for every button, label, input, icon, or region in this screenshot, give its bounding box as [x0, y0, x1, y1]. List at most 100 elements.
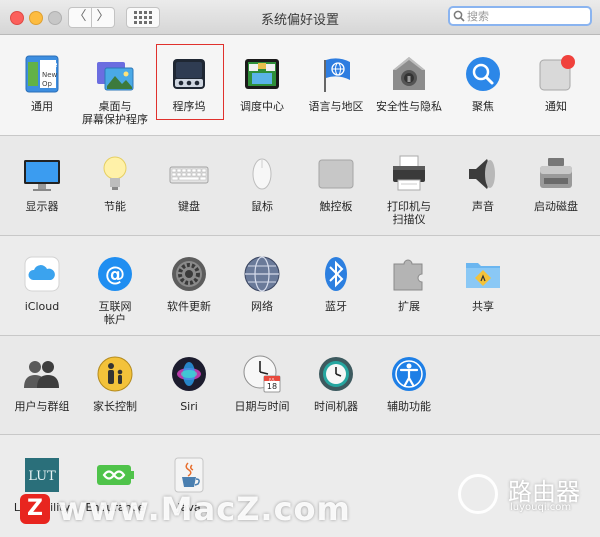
- startup-disk-icon: [536, 154, 576, 194]
- pane-sharing[interactable]: 共享: [446, 254, 520, 313]
- pane-security-privacy[interactable]: 安全性与隐私: [372, 54, 446, 113]
- pane-label: 安全性与隐私: [376, 100, 442, 113]
- svg-text:File: File: [42, 60, 57, 69]
- printer-icon: [389, 154, 429, 194]
- energy-saver-icon: [95, 154, 135, 194]
- pane-label: 用户与群组: [14, 400, 70, 413]
- desktop-screensaver-icon: [95, 54, 135, 94]
- pane-software-update[interactable]: 软件更新: [152, 254, 226, 313]
- security-privacy-icon: [389, 54, 429, 94]
- svg-text:@: @: [105, 262, 125, 286]
- sound-icon: [463, 154, 503, 194]
- macz-watermark-logo: Z: [20, 494, 50, 524]
- pane-label: 触控板: [319, 200, 353, 213]
- general-icon: File New Op: [22, 54, 62, 94]
- pane-label: 键盘: [178, 200, 200, 213]
- pane-label: 通知: [545, 100, 567, 113]
- pane-spotlight[interactable]: 聚焦: [446, 54, 520, 113]
- pane-label: 启动磁盘: [534, 200, 578, 213]
- pane-label: 节能: [104, 200, 126, 213]
- notifications-icon: [536, 54, 576, 94]
- endurance-icon: [95, 455, 135, 495]
- pane-label: 家长控制: [93, 400, 137, 413]
- macz-watermark-text: www.MacZ.com: [58, 490, 351, 528]
- pane-time-machine[interactable]: 时间机器: [299, 354, 373, 413]
- pane-label: 辅助功能: [387, 400, 431, 413]
- pane-label: 鼠标: [251, 200, 273, 213]
- pane-label: 蓝牙: [325, 300, 347, 313]
- bluetooth-icon: [316, 254, 356, 294]
- pane-accessibility[interactable]: 辅助功能: [372, 354, 446, 413]
- pane-mouse[interactable]: 鼠标: [225, 154, 299, 213]
- dock-icon: [169, 54, 209, 94]
- pane-label: 显示器: [25, 200, 59, 213]
- pane-label: 时间机器: [314, 400, 358, 413]
- svg-text:Op: Op: [42, 80, 53, 88]
- luyouqi-watermark: 路由器 luyouqi.com: [456, 472, 592, 518]
- pane-label: 网络: [251, 300, 273, 313]
- pane-label: 通用: [31, 100, 53, 113]
- pane-language-region[interactable]: 语言与地区: [299, 54, 373, 113]
- network-icon: [242, 254, 282, 294]
- software-update-icon: [169, 254, 209, 294]
- pane-energy-saver[interactable]: 节能: [78, 154, 152, 213]
- pane-printers-scanners[interactable]: 打印机与 扫描仪: [372, 154, 446, 226]
- search-input[interactable]: [467, 9, 587, 23]
- siri-icon: [169, 354, 209, 394]
- displays-icon: [22, 154, 62, 194]
- svg-text:LUT: LUT: [28, 469, 56, 484]
- pane-label: 打印机与 扫描仪: [387, 200, 431, 226]
- pane-parental-controls[interactable]: 家长控制: [78, 354, 152, 413]
- pane-label: 调度中心: [240, 100, 284, 113]
- extensions-icon: [389, 254, 429, 294]
- svg-text:JUL: JUL: [268, 377, 275, 381]
- pane-trackpad[interactable]: 触控板: [299, 154, 373, 213]
- router-icon: [458, 474, 498, 514]
- pane-label: 扩展: [398, 300, 420, 313]
- pane-icloud[interactable]: iCloud: [5, 254, 79, 313]
- lut-utility-icon: LUT: [22, 455, 62, 495]
- pane-label: 程序坞: [172, 100, 206, 113]
- icloud-icon: [22, 254, 62, 294]
- java-icon: [169, 455, 209, 495]
- date-time-icon: JUL 18: [242, 354, 282, 394]
- language-region-icon: [316, 54, 356, 94]
- pane-bluetooth[interactable]: 蓝牙: [299, 254, 373, 313]
- pane-siri[interactable]: Siri: [152, 354, 226, 413]
- pane-mission-control[interactable]: 调度中心: [225, 54, 299, 113]
- pane-startup-disk[interactable]: 启动磁盘: [519, 154, 593, 213]
- pane-label: Siri: [180, 400, 198, 413]
- pane-desktop-screensaver[interactable]: 桌面与 屏幕保护程序: [78, 54, 152, 126]
- pane-dock[interactable]: 程序坞: [152, 54, 226, 113]
- pane-label: 互联网 帐户: [98, 300, 132, 326]
- internet-accounts-icon: @: [95, 254, 135, 294]
- pane-extensions[interactable]: 扩展: [372, 254, 446, 313]
- users-groups-icon: [22, 354, 62, 394]
- pane-label: 软件更新: [167, 300, 211, 313]
- accessibility-icon: [389, 354, 429, 394]
- mouse-icon: [242, 154, 282, 194]
- pane-network[interactable]: 网络: [225, 254, 299, 313]
- window-titlebar: 〈 〉 系统偏好设置: [0, 0, 600, 35]
- pane-label: 聚焦: [472, 100, 494, 113]
- pane-displays[interactable]: 显示器: [5, 154, 79, 213]
- trackpad-icon: [316, 154, 356, 194]
- pane-label: 桌面与 屏幕保护程序: [82, 100, 148, 126]
- pane-date-time[interactable]: JUL 18 日期与时间: [225, 354, 299, 413]
- pane-keyboard[interactable]: 键盘: [152, 154, 226, 213]
- pane-label: 语言与地区: [308, 100, 364, 113]
- keyboard-icon: [169, 154, 209, 194]
- sharing-icon: [463, 254, 503, 294]
- pane-sound[interactable]: 声音: [446, 154, 520, 213]
- pane-label: iCloud: [24, 300, 60, 313]
- pane-label: 共享: [472, 300, 494, 313]
- search-field[interactable]: [448, 6, 592, 26]
- pane-general[interactable]: File New Op 通用: [5, 54, 79, 113]
- pane-internet-accounts[interactable]: @ 互联网 帐户: [78, 254, 152, 326]
- svg-text:18: 18: [267, 382, 277, 391]
- pane-users-groups[interactable]: 用户与群组: [5, 354, 79, 413]
- pane-label: 声音: [472, 200, 494, 213]
- pane-label: 日期与时间: [234, 400, 290, 413]
- luyouqi-watermark-url: luyouqi.com: [510, 502, 572, 513]
- pane-notifications[interactable]: 通知: [519, 54, 593, 113]
